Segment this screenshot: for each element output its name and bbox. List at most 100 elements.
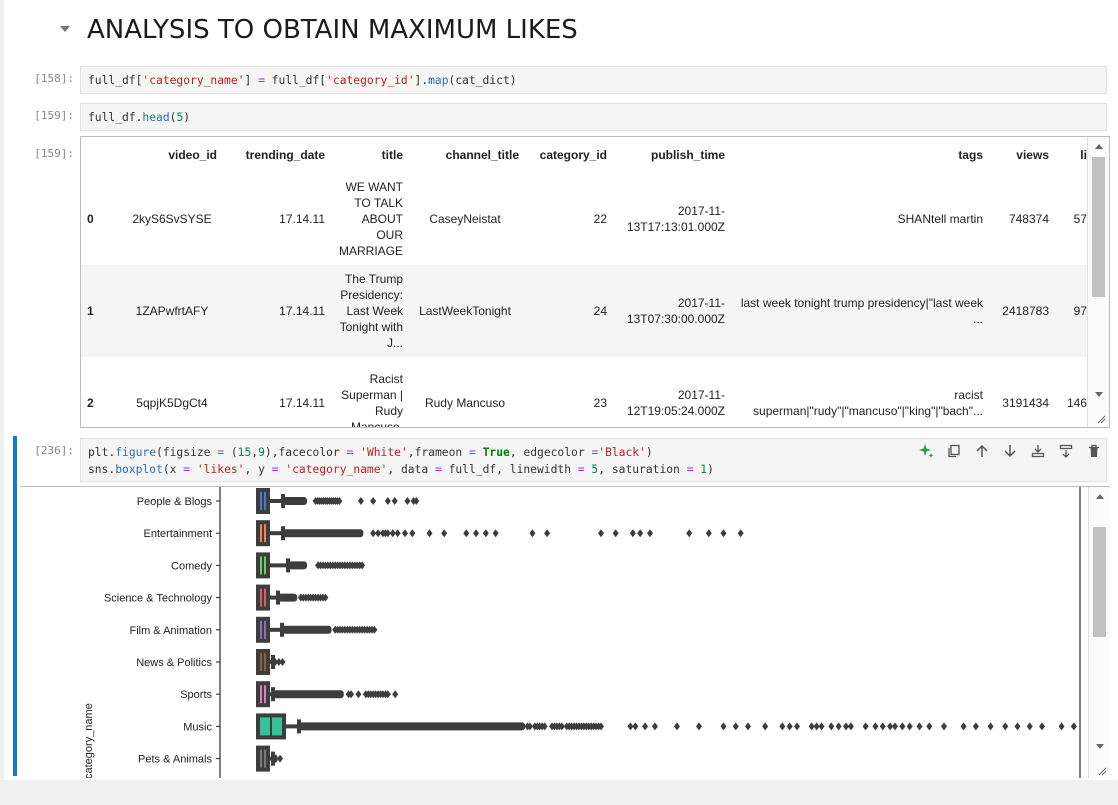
outlier-point [972,722,979,731]
outlier-point [737,529,744,538]
table-cell-channel-title: CaseyNeistat [429,212,501,226]
outlier-point [426,529,433,538]
table-row: 2 5qpjK5DgCt4 17.14.11 Racist Superman | Ru… [81,357,1087,428]
outlier-point [926,722,933,731]
arrow-down-icon[interactable] [1001,442,1019,460]
outlier-point [892,722,898,731]
table-row: 0 2kyS6SvSYSE 17.14.11 WE WANT TO TALK ABOU… [81,173,1087,265]
outlier-point [642,722,649,731]
outlier-point [598,529,604,538]
table-cell-title: The Trump Presidency: Last Week Tonight … [329,265,407,357]
y-tick-label: Music [183,721,212,733]
dataframe-output[interactable]: video_id trending_date title channel_title c… [80,136,1110,428]
table-cell-idx: 0 [87,212,94,226]
outlier-point [732,722,739,731]
outlier-point [696,722,702,731]
outlier-point [686,529,693,538]
table-cell-tags: SHANtell martin [897,212,983,226]
column-header: channel_title [445,148,519,162]
outlier-point [355,690,362,699]
outlier-point [916,722,923,731]
outlier-point [492,529,499,538]
left-gutter [0,0,4,805]
outlier-point [794,722,800,731]
cell-prompt: [158]: [34,72,74,85]
scroll-down-icon[interactable] [1095,392,1103,397]
delete-icon[interactable] [1085,442,1103,460]
output-scrollbar[interactable] [1087,137,1109,427]
boxplot-chart: category_name People & Blogs Entertainment… [83,487,1081,778]
table-cell-trending-date: 17.14.11 [279,396,325,410]
table-cell-tags: last week tonight trump presidency|"last… [729,265,987,357]
outlier-point [544,529,551,538]
outlier-point [941,722,947,731]
scroll-up-icon[interactable] [1096,494,1104,499]
table-cell-idx: 2 [87,396,94,410]
code-cell-158[interactable]: full_df['category_name'] = full_df['cate… [80,66,1107,94]
table-cell-trending-date: 17.14.11 [221,265,329,357]
column-header: tags [958,148,983,162]
column-header [81,137,123,173]
scroll-up-icon[interactable] [1095,144,1103,149]
table-cell-title: Racist Superman | Rudy Mancuso, [341,372,403,428]
scroll-thumb[interactable] [1093,527,1106,637]
outlier-point [720,722,727,731]
table-cell-channel-title: LastWeekTonight [407,265,523,357]
arrow-up-icon[interactable] [973,442,991,460]
outlier-point [987,722,994,731]
outlier-point [786,722,793,731]
scroll-down-icon[interactable] [1096,744,1104,749]
outlier-band [283,529,364,538]
outlier-point [651,722,658,731]
table-cell-video-id: 5qpjK5DgCt4 [136,396,208,410]
outlier-band [288,561,307,570]
cell-prompt: [159]: [34,109,74,122]
cell-toolbar [917,442,1103,460]
insert-above-icon[interactable] [1029,442,1047,460]
table-cell-publish-time: 2017-11-12T19:05:24.000Z [626,388,725,418]
outlier-point [906,722,913,731]
collapse-heading-icon[interactable] [60,26,70,32]
outlier-point [1026,722,1033,731]
outlier-point [818,722,825,731]
y-tick-label: Entertainment [144,528,212,540]
sparkle-icon[interactable] [917,442,935,460]
y-tick-label: Film & Animation [129,625,212,637]
outlier-point [872,722,879,731]
table-cell-video-id: 1ZAPwfrtAFY [123,265,221,357]
y-axis-label: category_name [83,703,95,778]
active-cell-indicator [13,436,17,776]
output-prompt: [159]: [34,147,74,160]
y-tick-label: News & Politics [136,657,212,669]
resize-grip-icon[interactable] [1097,766,1107,776]
outlier-point [409,529,416,538]
table-row: 1 1ZAPwfrtAFY 17.14.11 The Trump Presidency… [81,265,1087,357]
table-cell-tags: racist superman|"rudy"|"mancuso"|"king"|… [753,388,983,418]
cell-prompt: [236]: [34,444,74,457]
copy-icon[interactable] [945,442,963,460]
column-header: likes [1080,148,1087,162]
outlier-point [384,497,391,505]
column-header: trending_date [245,148,325,162]
dataframe-table: video_id trending_date title channel_title c… [81,137,1087,428]
plot-output[interactable]: category_name People & Blogs Entertainment… [20,486,1110,778]
table-cell-likes: 97185 [1053,265,1087,357]
table-cell-video-id: 2kyS6SvSYSE [132,212,212,226]
y-tick-label: Comedy [171,560,212,572]
outlier-point [473,529,480,538]
outlier-point [629,529,636,538]
column-header: title [381,148,403,162]
outlier-point [862,722,869,731]
outlier-point [1002,722,1009,731]
outlier-point [391,497,398,505]
outlier-point [745,722,751,731]
outlier-point [762,722,769,731]
code-cell-159[interactable]: full_df.head(5) [80,103,1107,131]
bottom-gutter [0,780,1118,805]
scroll-thumb[interactable] [1092,157,1105,297]
outlier-point [357,497,364,505]
resize-grip-icon[interactable] [1096,414,1106,424]
outlier-point [879,722,886,731]
insert-below-icon[interactable] [1057,442,1075,460]
plot-scrollbar[interactable] [1088,487,1110,778]
